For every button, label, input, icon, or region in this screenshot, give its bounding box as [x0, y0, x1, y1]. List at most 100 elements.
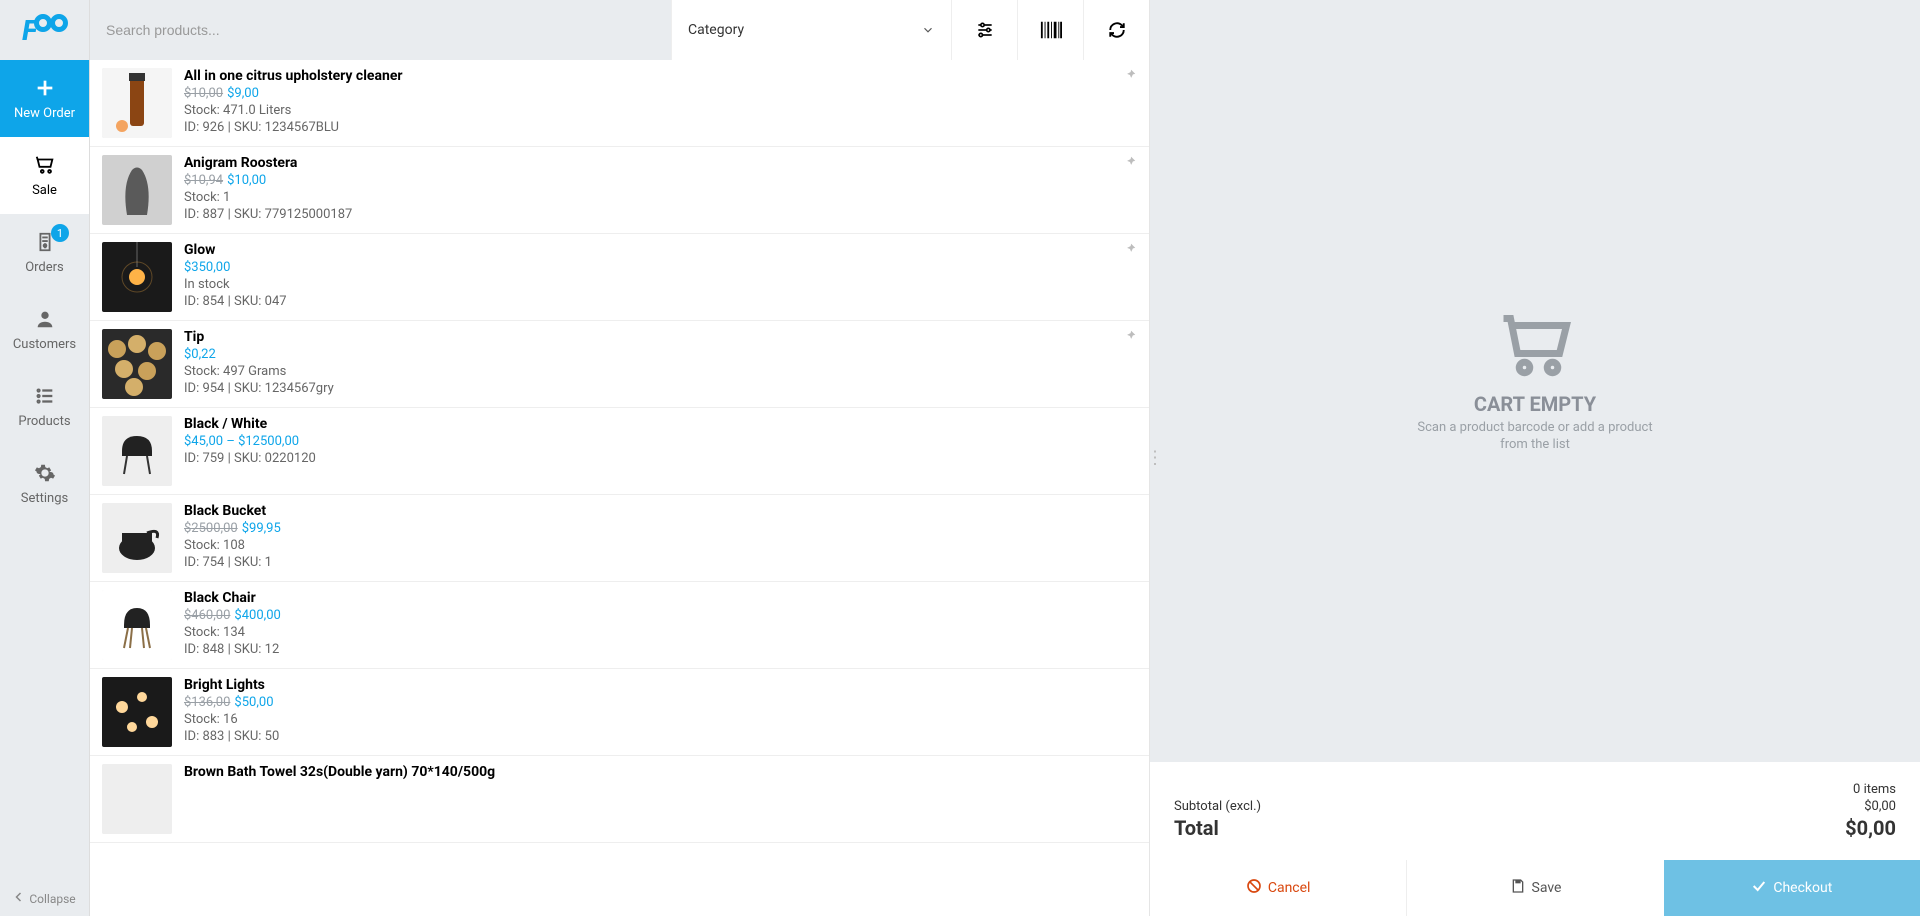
collapse-label: Collapse [29, 892, 75, 906]
product-info: Brown Bath Towel 32s(Double yarn) 70*140… [184, 764, 1137, 834]
cart-icon [34, 153, 56, 177]
gear-icon [34, 461, 56, 485]
product-price-row: $2500,00 $99,95 [184, 521, 1137, 536]
product-info: Tip$0,22Stock: 497 GramsID: 954 | SKU: 1… [184, 329, 1137, 399]
product-thumbnail [102, 764, 172, 834]
logo[interactable]: F [0, 0, 89, 60]
product-info: Black Bucket$2500,00$99,95Stock: 108ID: … [184, 503, 1137, 573]
cart-totals: 0 items Subtotal (excl.) $0,00 Total $0,… [1150, 762, 1920, 860]
product-idsku: ID: 754 | SKU: 1 [184, 555, 1137, 570]
product-thumbnail [102, 68, 172, 138]
list-icon [34, 384, 56, 408]
pin-icon[interactable] [1123, 329, 1137, 347]
save-label: Save [1532, 880, 1562, 896]
product-idsku: ID: 926 | SKU: 1234567BLU [184, 120, 1137, 135]
product-idsku: ID: 848 | SKU: 12 [184, 642, 1137, 657]
collapse-toggle[interactable]: Collapse [0, 891, 89, 906]
cart-actions: Cancel Save Checkout [1150, 860, 1920, 916]
product-list[interactable]: All in one citrus upholstery cleaner $10,… [90, 60, 1149, 916]
total-value: $0,00 [1845, 816, 1896, 840]
subtotal-value: $0,00 [1864, 799, 1896, 814]
chevron-down-icon [921, 23, 935, 37]
product-stock: Stock: 471.0 Liters [184, 103, 1137, 118]
checkout-button[interactable]: Checkout [1664, 860, 1920, 916]
product-row[interactable]: Black Bucket$2500,00$99,95Stock: 108ID: … [90, 495, 1149, 582]
sidebar-settings-label: Settings [21, 491, 68, 506]
sidebar-new-order[interactable]: New Order [0, 60, 89, 137]
product-row[interactable]: Anigram Roostera$10,94$10,00Stock: 1ID: … [90, 147, 1149, 234]
searchbar: Category [90, 0, 1149, 60]
product-thumbnail [102, 677, 172, 747]
sliders-icon [975, 20, 995, 40]
product-row[interactable]: Black / White$45,00 – $12500,00ID: 759 |… [90, 408, 1149, 495]
sidebar-sale[interactable]: Sale [0, 137, 89, 214]
cart-item-count: 0 items [1853, 782, 1896, 797]
product-price: $50,00 [234, 695, 273, 710]
product-price: $10,00 [227, 173, 266, 188]
product-thumbnail [102, 503, 172, 573]
total-label: Total [1174, 816, 1219, 840]
empty-cart-subtitle: Scan a product barcode or add a product … [1415, 420, 1655, 454]
product-old-price: $2500,00 [184, 521, 238, 536]
category-dropdown[interactable]: Category [671, 0, 951, 60]
check-icon [1751, 878, 1767, 898]
user-icon [34, 307, 56, 331]
product-thumbnail [102, 155, 172, 225]
product-price-row: $10,00$9,00 [184, 86, 1137, 101]
save-button[interactable]: Save [1406, 860, 1663, 916]
pin-icon[interactable] [1123, 155, 1137, 173]
product-row[interactable]: All in one citrus upholstery cleaner $10,… [90, 60, 1149, 147]
svg-text:$: $ [44, 243, 46, 248]
refresh-button[interactable] [1083, 0, 1149, 60]
product-row[interactable]: Tip$0,22Stock: 497 GramsID: 954 | SKU: 1… [90, 321, 1149, 408]
pin-icon[interactable] [1123, 68, 1137, 86]
product-row[interactable]: Black Chair$460,00$400,00Stock: 134ID: 8… [90, 582, 1149, 669]
cancel-label: Cancel [1268, 880, 1311, 896]
barcode-button[interactable] [1017, 0, 1083, 60]
product-info: Black Chair$460,00$400,00Stock: 134ID: 8… [184, 590, 1137, 660]
product-title: All in one citrus upholstery cleaner [184, 68, 1137, 84]
filters-button[interactable] [951, 0, 1017, 60]
sidebar-customers[interactable]: Customers [0, 291, 89, 368]
product-stock: In stock [184, 277, 1137, 292]
sidebar: F New Order Sale 1 $ Orders Customers [0, 0, 90, 916]
product-price: $99,95 [242, 521, 281, 536]
cancel-button[interactable]: Cancel [1150, 860, 1406, 916]
product-thumbnail [102, 416, 172, 486]
product-price-row: $45,00 – $12500,00 [184, 434, 1137, 449]
product-price-row: $136,00 $50,00 [184, 695, 1137, 710]
product-idsku: ID: 883 | SKU: 50 [184, 729, 1137, 744]
checkout-label: Checkout [1773, 880, 1832, 896]
product-title: Tip [184, 329, 1137, 345]
search-input[interactable] [90, 0, 671, 60]
product-thumbnail [102, 590, 172, 660]
product-price-row: $350,00 [184, 260, 1137, 275]
empty-cart-title: CART EMPTY [1474, 392, 1596, 416]
product-row[interactable]: Brown Bath Towel 32s(Double yarn) 70*140… [90, 756, 1149, 843]
product-stock: Stock: 134 [184, 625, 1137, 640]
product-title: Anigram Roostera [184, 155, 1137, 171]
sidebar-orders[interactable]: 1 $ Orders [0, 214, 89, 291]
product-row[interactable]: Glow$350,00In stockID: 854 | SKU: 047 [90, 234, 1149, 321]
product-old-price: $136,00 [184, 695, 230, 710]
product-price-row: $0,22 [184, 347, 1137, 362]
product-price: $350,00 [184, 260, 230, 275]
product-row[interactable]: Bright Lights$136,00$50,00Stock: 16ID: 8… [90, 669, 1149, 756]
sidebar-new-order-label: New Order [14, 106, 75, 121]
product-price: $45,00 – $12500,00 [184, 434, 299, 449]
sidebar-settings[interactable]: Settings [0, 445, 89, 522]
panel-resize-handle[interactable]: ⋮ [1146, 448, 1164, 469]
sidebar-products[interactable]: Products [0, 368, 89, 445]
product-price: $400,00 [234, 608, 280, 623]
product-info: Bright Lights$136,00$50,00Stock: 16ID: 8… [184, 677, 1137, 747]
product-stock: Stock: 1 [184, 190, 1137, 205]
pin-icon[interactable] [1123, 242, 1137, 260]
chevron-left-icon [13, 891, 25, 906]
product-old-price: $460,00 [184, 608, 230, 623]
orders-badge: 1 [51, 224, 69, 242]
product-old-price: $10,94 [184, 173, 223, 188]
product-thumbnail [102, 329, 172, 399]
cart-panel: ⋮ CART EMPTY Scan a product barcode or a… [1150, 0, 1920, 916]
product-stock: Stock: 108 [184, 538, 1137, 553]
product-price-row: $460,00 $400,00 [184, 608, 1137, 623]
